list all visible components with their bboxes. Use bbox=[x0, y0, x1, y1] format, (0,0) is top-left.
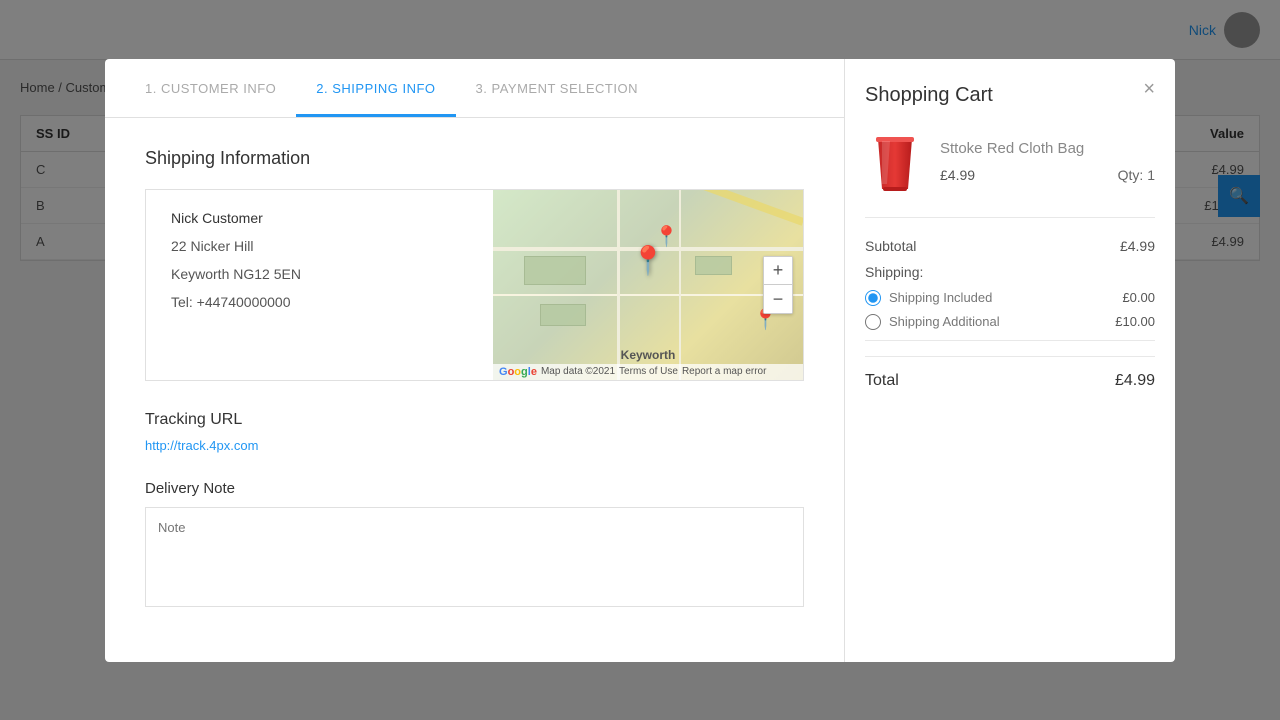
map-city-label: Keyworth bbox=[621, 348, 676, 362]
product-image bbox=[870, 129, 920, 194]
map-zoom-out-button[interactable]: − bbox=[764, 285, 792, 313]
cart-totals: Subtotal £4.99 Shipping: Shipping Includ… bbox=[865, 238, 1155, 637]
map-terms-link[interactable]: Terms of Use bbox=[619, 366, 678, 377]
cart-title: Shopping Cart bbox=[865, 84, 1155, 107]
map-report-link[interactable]: Report a map error bbox=[682, 366, 766, 377]
shipping-additional-label: Shipping Additional bbox=[889, 314, 1000, 329]
total-value: £4.99 bbox=[1115, 372, 1155, 390]
tab-shipping-info[interactable]: 2. SHIPPING INFO bbox=[296, 59, 455, 117]
map-location-pin: 📍 bbox=[631, 247, 666, 275]
shipping-option-included: Shipping Included £0.00 bbox=[865, 290, 1155, 306]
modal-overlay: 1. CUSTOMER INFO 2. SHIPPING INFO 3. PAY… bbox=[0, 0, 1280, 720]
map-road bbox=[679, 190, 681, 380]
shipping-option-left: Shipping Included bbox=[865, 290, 992, 306]
map-container: 📍 📍 📍 Keyworth + − bbox=[493, 190, 803, 380]
delivery-note-section: Delivery Note bbox=[145, 480, 804, 612]
subtotal-value: £4.99 bbox=[1120, 238, 1155, 254]
address-map-container: Nick Customer 22 Nicker Hill Keyworth NG… bbox=[145, 189, 804, 381]
tracking-title: Tracking URL bbox=[145, 411, 804, 429]
shipping-included-radio[interactable] bbox=[865, 290, 881, 306]
shipping-label-row: Shipping: bbox=[865, 264, 1155, 280]
cart-item: Sttoke Red Cloth Bag £4.99 Qty: 1 bbox=[865, 127, 1155, 218]
shipping-label: Shipping: bbox=[865, 264, 923, 280]
customer-tel: Tel: +44740000000 bbox=[171, 294, 468, 310]
tracking-section: Tracking URL http://track.4px.com bbox=[145, 411, 804, 455]
subtotal-row: Subtotal £4.99 bbox=[865, 238, 1155, 254]
address-line2: Keyworth NG12 5EN bbox=[171, 266, 468, 282]
map-data-text: Map data ©2021 bbox=[541, 366, 615, 377]
modal-left-panel: 1. CUSTOMER INFO 2. SHIPPING INFO 3. PAY… bbox=[105, 59, 845, 662]
address-line1: 22 Nicker Hill bbox=[171, 238, 468, 254]
map-footer: Google Map data ©2021 Terms of Use Repor… bbox=[493, 364, 803, 380]
map-building bbox=[695, 256, 732, 275]
map-road bbox=[617, 190, 620, 380]
delivery-note-textarea[interactable] bbox=[145, 507, 804, 607]
checkout-tabs: 1. CUSTOMER INFO 2. SHIPPING INFO 3. PAY… bbox=[105, 59, 844, 118]
cart-item-price: £4.99 bbox=[940, 167, 975, 183]
cart-item-name: Sttoke Red Cloth Bag bbox=[940, 140, 1155, 157]
shipping-option-left: Shipping Additional bbox=[865, 314, 1000, 330]
cart-item-image bbox=[865, 127, 925, 197]
shopping-cart-panel: Shopping Cart × bbox=[845, 59, 1175, 662]
shipping-additional-price: £10.00 bbox=[1115, 314, 1155, 329]
google-logo: Google bbox=[499, 366, 537, 378]
cart-item-qty: Qty: 1 bbox=[1118, 167, 1155, 183]
customer-name: Nick Customer bbox=[171, 210, 468, 226]
shipping-included-price: £0.00 bbox=[1122, 290, 1155, 305]
map-zoom-in-button[interactable]: + bbox=[764, 257, 792, 285]
tracking-url-link[interactable]: http://track.4px.com bbox=[145, 438, 258, 453]
map-building bbox=[540, 304, 587, 327]
tab-payment-selection[interactable]: 3. PAYMENT SELECTION bbox=[456, 59, 658, 117]
address-box: Nick Customer 22 Nicker Hill Keyworth NG… bbox=[146, 190, 493, 380]
delivery-note-title: Delivery Note bbox=[145, 480, 804, 497]
map-controls: + − bbox=[763, 256, 793, 314]
checkout-modal: 1. CUSTOMER INFO 2. SHIPPING INFO 3. PAY… bbox=[105, 59, 1175, 662]
map-building bbox=[524, 256, 586, 285]
total-row: Total £4.99 bbox=[865, 356, 1155, 390]
shipping-section-title: Shipping Information bbox=[145, 148, 804, 169]
map-road bbox=[493, 294, 803, 296]
shipping-options: Shipping Included £0.00 Shipping Additio… bbox=[865, 290, 1155, 330]
shipping-additional-radio[interactable] bbox=[865, 314, 881, 330]
subtotal-label: Subtotal bbox=[865, 238, 916, 254]
close-modal-button[interactable]: × bbox=[1143, 79, 1155, 99]
cart-item-price-row: £4.99 Qty: 1 bbox=[940, 167, 1155, 183]
tab-customer-info[interactable]: 1. CUSTOMER INFO bbox=[125, 59, 296, 117]
shipping-included-label: Shipping Included bbox=[889, 290, 992, 305]
cart-divider bbox=[865, 340, 1155, 341]
modal-left-body: Shipping Information Nick Customer 22 Ni… bbox=[105, 118, 844, 662]
cart-item-details: Sttoke Red Cloth Bag £4.99 Qty: 1 bbox=[940, 140, 1155, 183]
total-label: Total bbox=[865, 372, 899, 390]
shipping-option-additional: Shipping Additional £10.00 bbox=[865, 314, 1155, 330]
